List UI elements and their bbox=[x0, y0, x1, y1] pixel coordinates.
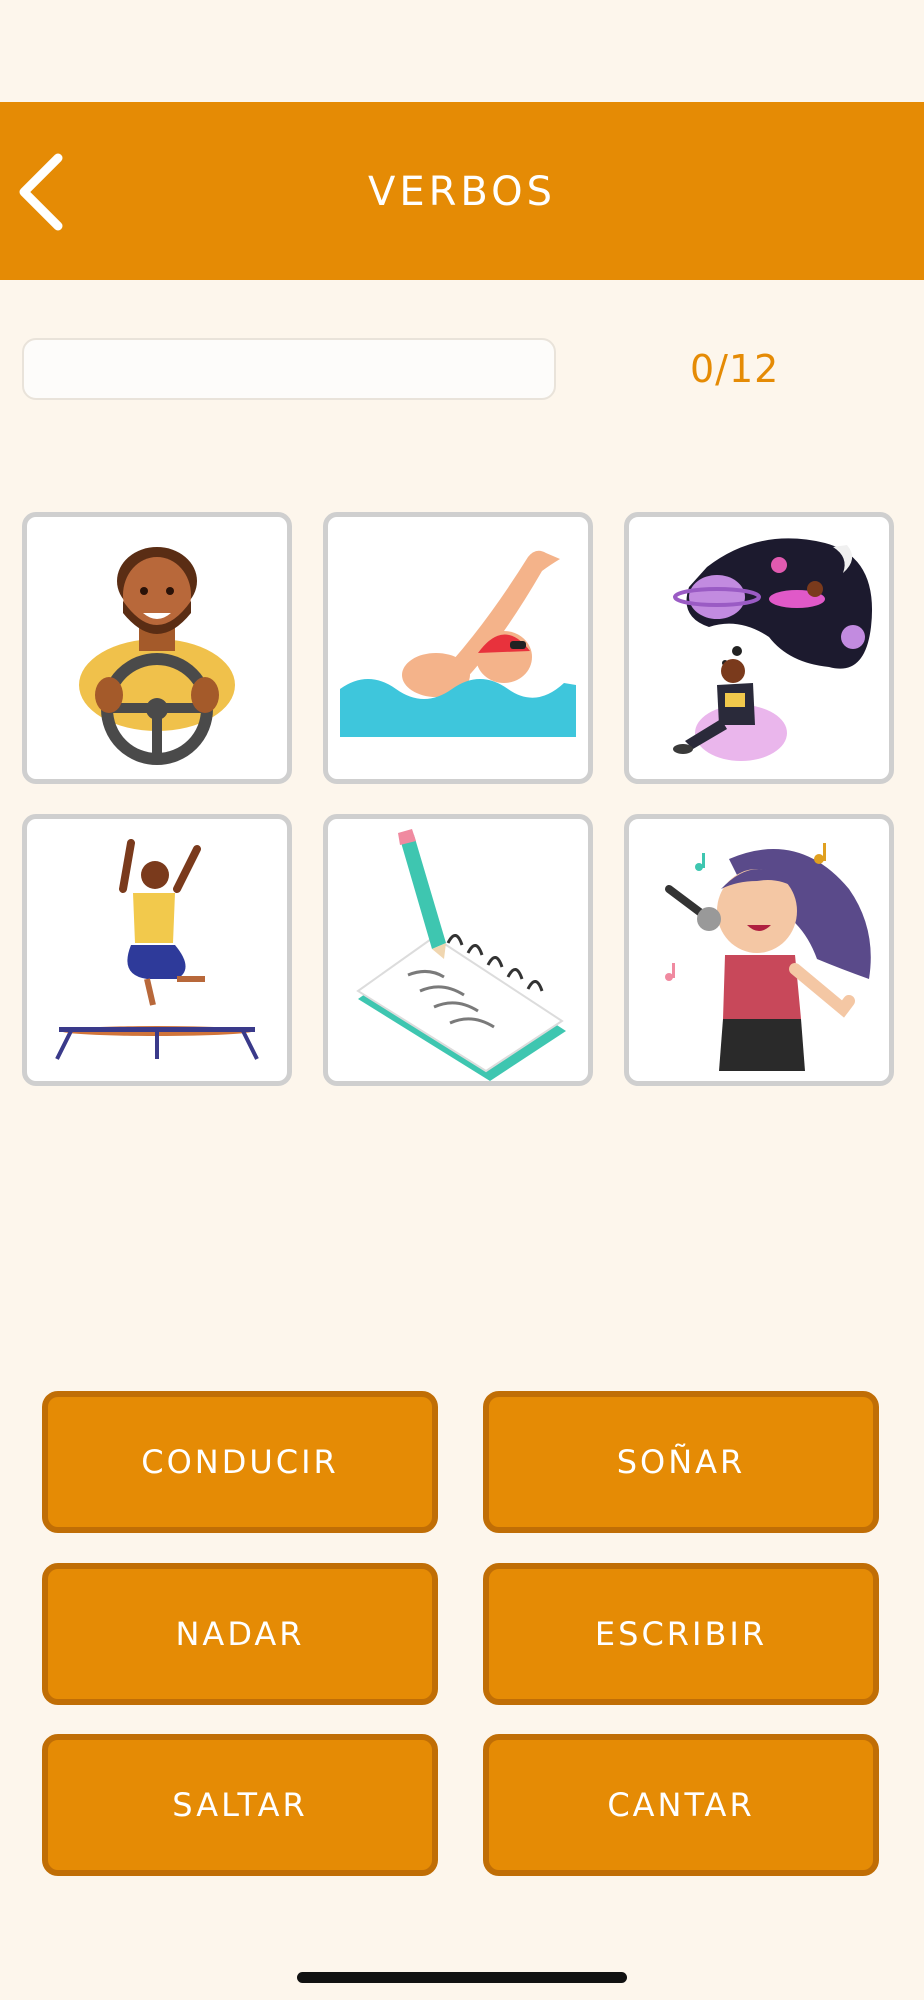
card-notebook[interactable] bbox=[323, 814, 593, 1086]
answer-button-saltar[interactable]: SALTAR bbox=[42, 1734, 438, 1876]
answer-button-nadar[interactable]: NADAR bbox=[42, 1563, 438, 1705]
dreamer-icon bbox=[673, 538, 873, 761]
answer-button-cantar[interactable]: CANTAR bbox=[483, 1734, 879, 1876]
card-jumper[interactable] bbox=[22, 814, 292, 1086]
card-driver[interactable] bbox=[22, 512, 292, 784]
notebook-writing-icon bbox=[356, 829, 566, 1081]
card-swimmer[interactable] bbox=[323, 512, 593, 784]
driver-icon bbox=[79, 547, 235, 765]
card-singer[interactable] bbox=[624, 814, 894, 1086]
answer-button-conducir[interactable]: CONDUCIR bbox=[42, 1391, 438, 1533]
card-dreamer[interactable] bbox=[624, 512, 894, 784]
header-bar: VERBOS bbox=[0, 102, 924, 280]
answer-button-sonar[interactable]: SOÑAR bbox=[483, 1391, 879, 1533]
progress-count: 0/12 bbox=[690, 347, 780, 391]
home-indicator bbox=[297, 1972, 627, 1983]
answer-button-escribir[interactable]: ESCRIBIR bbox=[483, 1563, 879, 1705]
swimmer-icon bbox=[340, 550, 576, 737]
page-title: VERBOS bbox=[367, 169, 557, 215]
progress-bar bbox=[22, 338, 556, 400]
singer-icon bbox=[665, 843, 871, 1071]
trampoline-jumper-icon bbox=[55, 839, 259, 1060]
